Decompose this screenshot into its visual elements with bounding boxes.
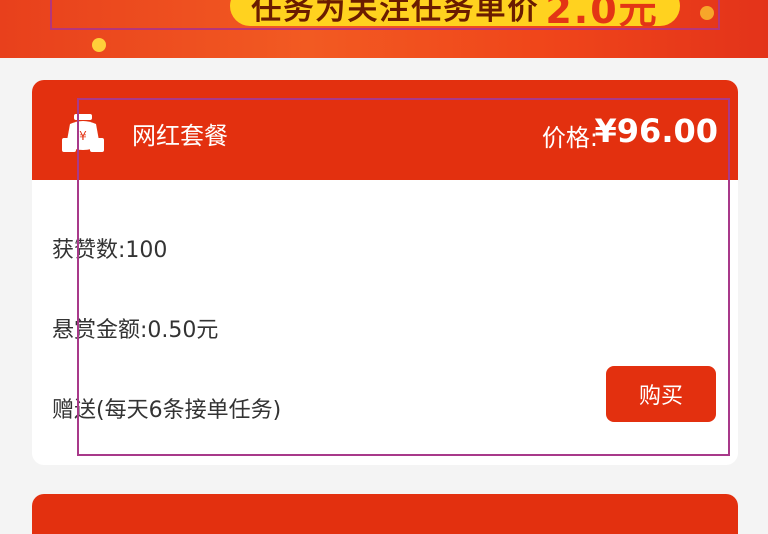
money-bag-icon: ¥ (60, 110, 106, 156)
package-name: 网红套餐 (132, 122, 228, 150)
banner-price: 2.0元 (545, 0, 659, 32)
top-banner: 任务为关注任务单价 2.0元 (0, 0, 768, 58)
svg-text:¥: ¥ (79, 129, 87, 143)
coin-decoration (92, 38, 106, 52)
price-value: ¥96.00 (594, 112, 718, 150)
card-header: ¥ 网红套餐 价格: ¥96.00 (32, 80, 738, 180)
next-package-card (32, 494, 738, 534)
package-card: ¥ 网红套餐 价格: ¥96.00 获赞数:100 悬赏金额:0.50元 赠送(… (32, 80, 738, 465)
banner-pill: 任务为关注任务单价 2.0元 (230, 0, 680, 32)
banner-frame: 任务为关注任务单价 2.0元 (50, 0, 720, 32)
banner-text: 任务为关注任务单价 (251, 0, 540, 27)
reward-amount: 悬赏金额:0.50元 (52, 318, 219, 343)
buy-button[interactable]: 购买 (606, 366, 716, 422)
likes-count: 获赞数:100 (52, 238, 168, 263)
price-label: 价格: (541, 124, 598, 152)
gift-info: 赠送(每天6条接单任务) (52, 398, 282, 423)
